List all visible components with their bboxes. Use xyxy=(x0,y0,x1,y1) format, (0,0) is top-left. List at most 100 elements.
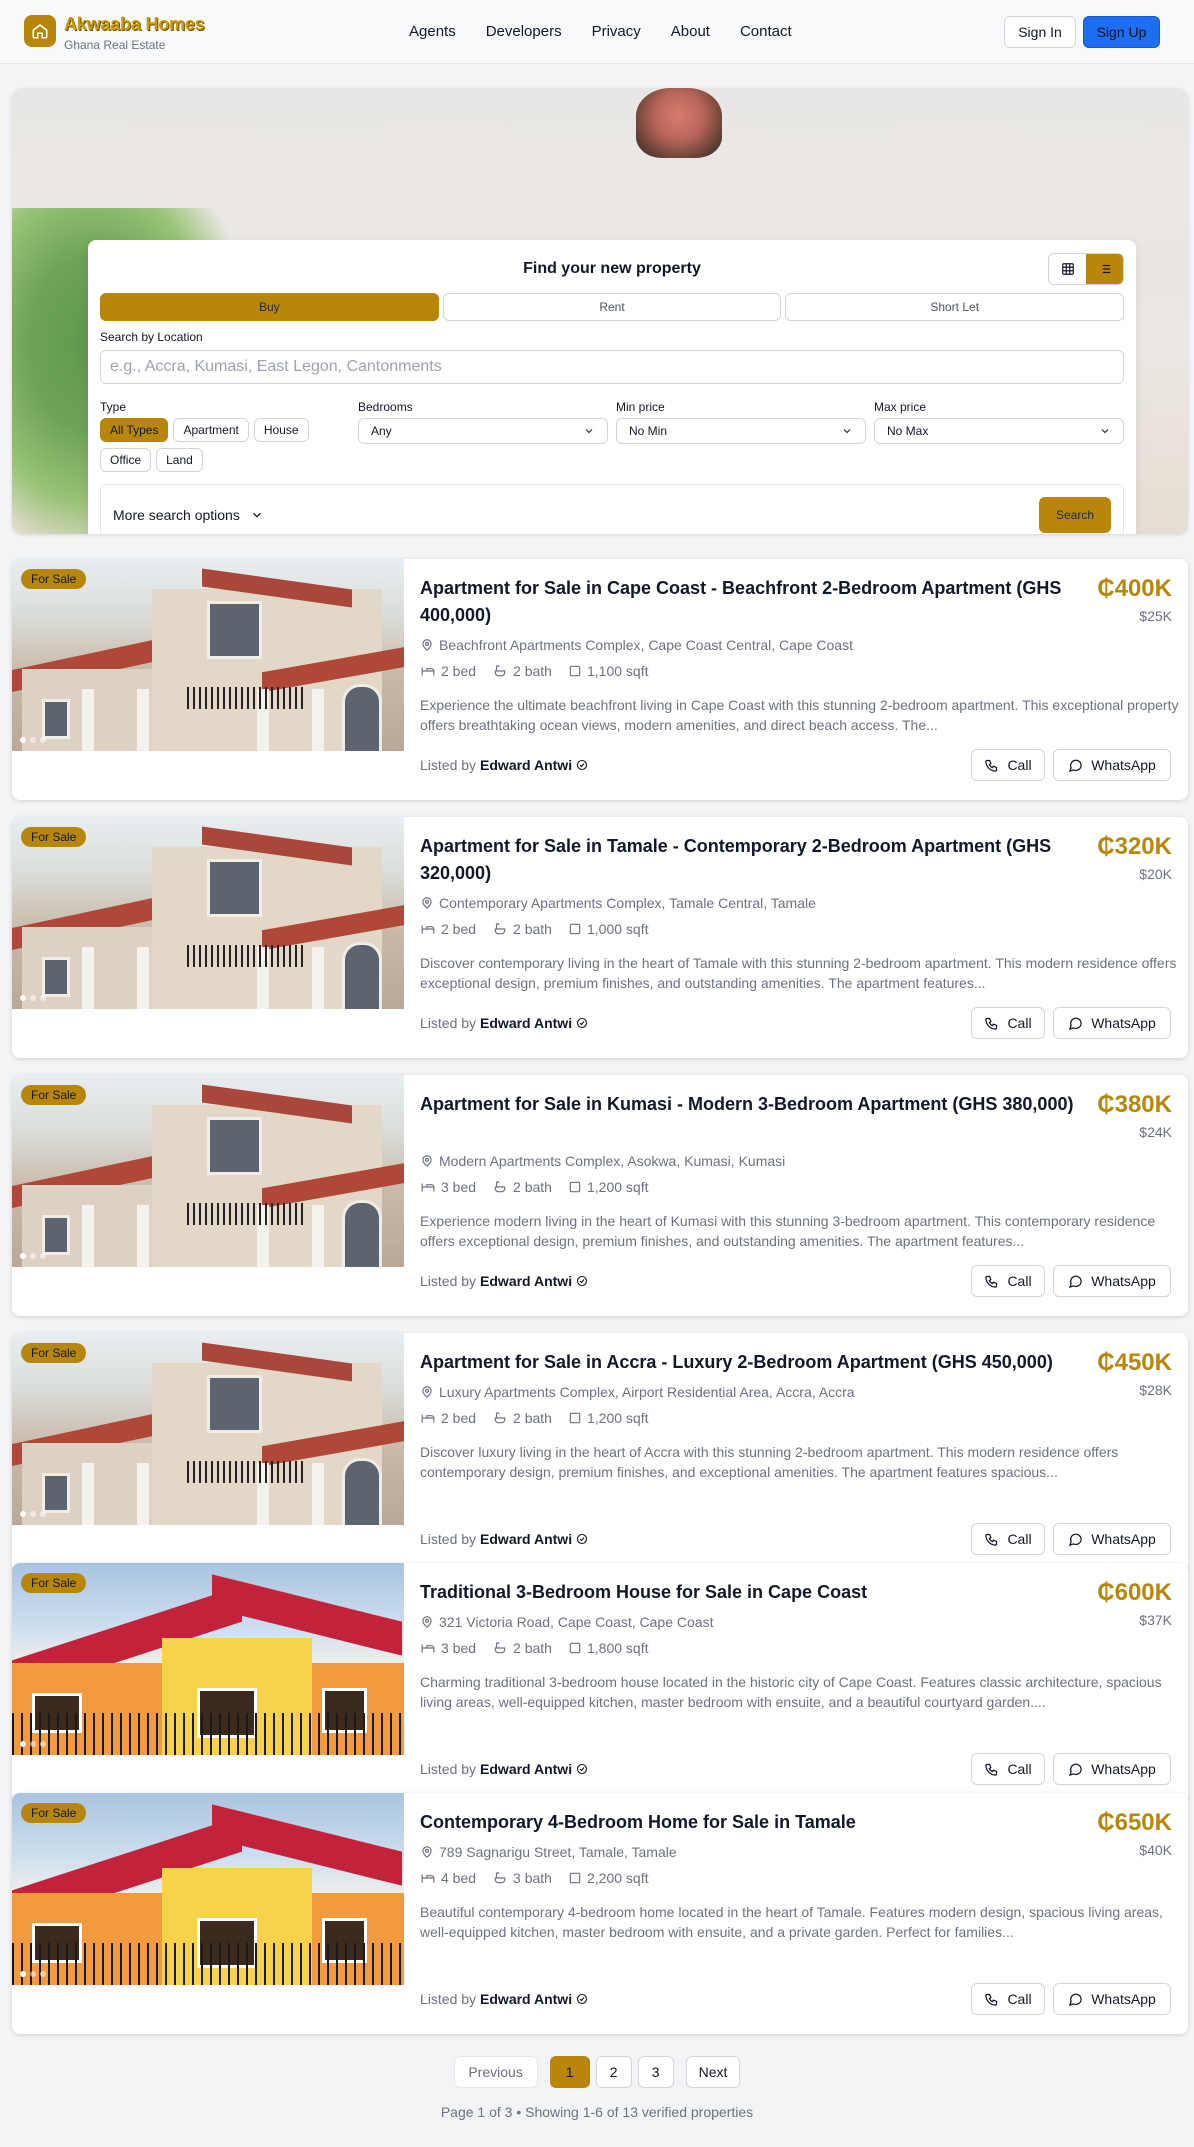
listing-photo[interactable]: For Sale xyxy=(12,1333,404,1525)
area-spec: 1,100 sqft xyxy=(568,663,648,679)
listing-card[interactable]: For Sale Apartment for Sale in Tamale - … xyxy=(12,817,1188,1058)
chat-bubble-icon xyxy=(1069,759,1082,772)
bedrooms-select[interactable]: Any xyxy=(358,418,608,444)
phone-icon xyxy=(985,1275,998,1288)
listing-card[interactable]: For Sale Traditional 3-Bedroom House for… xyxy=(12,1563,1188,1804)
whatsapp-button[interactable]: WhatsApp xyxy=(1053,1265,1171,1297)
bedrooms-text: 2 bed xyxy=(441,921,477,937)
photo-carousel-dots[interactable] xyxy=(20,995,46,1001)
photo-carousel-dots[interactable] xyxy=(20,737,46,743)
location-search-input[interactable]: e.g., Accra, Kumasi, East Legon, Cantonm… xyxy=(100,350,1124,384)
nav-developers[interactable]: Developers xyxy=(486,23,562,40)
call-button[interactable]: Call xyxy=(971,1983,1045,2015)
listing-address: Modern Apartments Complex, Asokwa, Kumas… xyxy=(420,1153,785,1169)
call-label: Call xyxy=(1007,1761,1032,1777)
listing-title[interactable]: Contemporary 4-Bedroom Home for Sale in … xyxy=(420,1809,1080,1836)
type-chip-office[interactable]: Office xyxy=(100,448,152,472)
listing-card[interactable]: For Sale Contemporary 4-Bedroom Home for… xyxy=(12,1793,1188,2034)
type-filter-chips: All Types Apartment House Office Land xyxy=(100,418,340,472)
sign-in-button[interactable]: Sign In xyxy=(1004,16,1076,48)
agent-name[interactable]: Edward Antwi xyxy=(480,1531,572,1547)
listing-title[interactable]: Apartment for Sale in Accra - Luxury 2-B… xyxy=(420,1349,1080,1376)
chevron-down-icon xyxy=(1101,429,1109,434)
listing-photo[interactable]: For Sale xyxy=(12,1563,404,1755)
call-button[interactable]: Call xyxy=(971,1753,1045,1785)
type-chip-all[interactable]: All Types xyxy=(100,418,169,442)
call-button[interactable]: Call xyxy=(971,1007,1045,1039)
whatsapp-button[interactable]: WhatsApp xyxy=(1053,1007,1171,1039)
type-chip-land[interactable]: Land xyxy=(156,448,203,472)
area-text: 1,200 sqft xyxy=(586,1410,649,1426)
home-logo-icon[interactable] xyxy=(24,15,56,47)
agent-name[interactable]: Edward Antwi xyxy=(480,757,572,773)
bathrooms-text: 2 bath xyxy=(513,663,552,679)
listing-card[interactable]: For Sale Apartment for Sale in Kumasi - … xyxy=(12,1075,1188,1316)
area-text: 2,200 sqft xyxy=(586,1870,649,1886)
photo-carousel-dots[interactable] xyxy=(20,1971,46,1977)
call-button[interactable]: Call xyxy=(971,1265,1045,1297)
type-chip-house[interactable]: House xyxy=(253,418,309,442)
photo-carousel-dots[interactable] xyxy=(20,1511,46,1517)
whatsapp-button[interactable]: WhatsApp xyxy=(1053,1983,1171,2015)
next-page-button[interactable]: Next xyxy=(685,2056,741,2088)
listing-title[interactable]: Apartment for Sale in Kumasi - Modern 3-… xyxy=(420,1091,1080,1118)
area-text: 1,200 sqft xyxy=(586,1179,649,1195)
brand-title[interactable]: Akwaaba Homes xyxy=(64,14,205,35)
bed-icon xyxy=(421,667,435,676)
listing-title[interactable]: Traditional 3-Bedroom House for Sale in … xyxy=(420,1579,1080,1606)
listing-specs: 3 bed 2 bath 1,800 sqft xyxy=(420,1640,648,1656)
more-options-toggle[interactable]: More search options xyxy=(113,507,264,523)
whatsapp-label: WhatsApp xyxy=(1091,1015,1156,1031)
phone-icon xyxy=(985,1993,998,2006)
page-3-button[interactable]: 3 xyxy=(637,2056,674,2088)
agent-name[interactable]: Edward Antwi xyxy=(480,1273,572,1289)
listing-card[interactable]: For Sale Apartment for Sale in Cape Coas… xyxy=(12,559,1188,800)
listing-address: Beachfront Apartments Complex, Cape Coas… xyxy=(420,637,853,653)
nav-privacy[interactable]: Privacy xyxy=(592,23,641,40)
call-button[interactable]: Call xyxy=(971,749,1045,781)
whatsapp-button[interactable]: WhatsApp xyxy=(1053,749,1171,781)
phone-icon xyxy=(985,759,998,772)
min-price-select[interactable]: No Min xyxy=(616,418,866,444)
sign-up-button[interactable]: Sign Up xyxy=(1083,16,1160,48)
agent-name[interactable]: Edward Antwi xyxy=(480,1015,572,1031)
pagination: Previous 1 2 3 Next xyxy=(0,2056,1194,2088)
listing-photo[interactable]: For Sale xyxy=(12,559,404,751)
listing-card[interactable]: For Sale Apartment for Sale in Accra - L… xyxy=(12,1333,1188,1574)
tab-rent[interactable]: Rent xyxy=(442,293,782,321)
listing-title[interactable]: Apartment for Sale in Cape Coast - Beach… xyxy=(420,575,1080,629)
grid-view-button[interactable] xyxy=(1049,254,1086,284)
tab-short-let[interactable]: Short Let xyxy=(785,293,1125,321)
listing-photo[interactable]: For Sale xyxy=(12,817,404,1009)
max-price-select[interactable]: No Max xyxy=(874,418,1124,444)
list-view-button[interactable] xyxy=(1086,254,1123,284)
whatsapp-label: WhatsApp xyxy=(1091,757,1156,773)
nav-agents[interactable]: Agents xyxy=(409,23,456,40)
bedrooms-text: 2 bed xyxy=(441,1410,477,1426)
listing-photo[interactable]: For Sale xyxy=(12,1793,404,1985)
agent-name[interactable]: Edward Antwi xyxy=(480,1761,572,1777)
listing-description: Beautiful contemporary 4-bedroom home lo… xyxy=(420,1904,1163,1940)
search-button[interactable]: Search xyxy=(1039,497,1111,533)
bedrooms-spec: 3 bed xyxy=(420,1179,476,1195)
photo-carousel-dots[interactable] xyxy=(20,1253,46,1259)
listing-price: ₵380K xyxy=(1097,1091,1172,1118)
whatsapp-button[interactable]: WhatsApp xyxy=(1053,1753,1171,1785)
previous-page-button[interactable]: Previous xyxy=(453,2056,538,2088)
listing-address-text: 321 Victoria Road, Cape Coast, Cape Coas… xyxy=(439,1614,714,1630)
page-2-button[interactable]: 2 xyxy=(595,2056,632,2088)
agent-name[interactable]: Edward Antwi xyxy=(480,1991,572,2007)
whatsapp-button[interactable]: WhatsApp xyxy=(1053,1523,1171,1555)
listing-photo[interactable]: For Sale xyxy=(12,1075,404,1267)
nav-contact[interactable]: Contact xyxy=(740,23,792,40)
type-chip-apartment[interactable]: Apartment xyxy=(173,418,249,442)
photo-carousel-dots[interactable] xyxy=(20,1741,46,1747)
bathrooms-text: 2 bath xyxy=(513,1410,552,1426)
call-button[interactable]: Call xyxy=(971,1523,1045,1555)
whatsapp-label: WhatsApp xyxy=(1091,1273,1156,1289)
bathrooms-spec: 3 bath xyxy=(492,1870,552,1886)
page-1-button[interactable]: 1 xyxy=(549,2056,590,2088)
nav-about[interactable]: About xyxy=(671,23,710,40)
tab-buy[interactable]: Buy xyxy=(100,293,439,321)
listing-title[interactable]: Apartment for Sale in Tamale - Contempor… xyxy=(420,833,1080,887)
